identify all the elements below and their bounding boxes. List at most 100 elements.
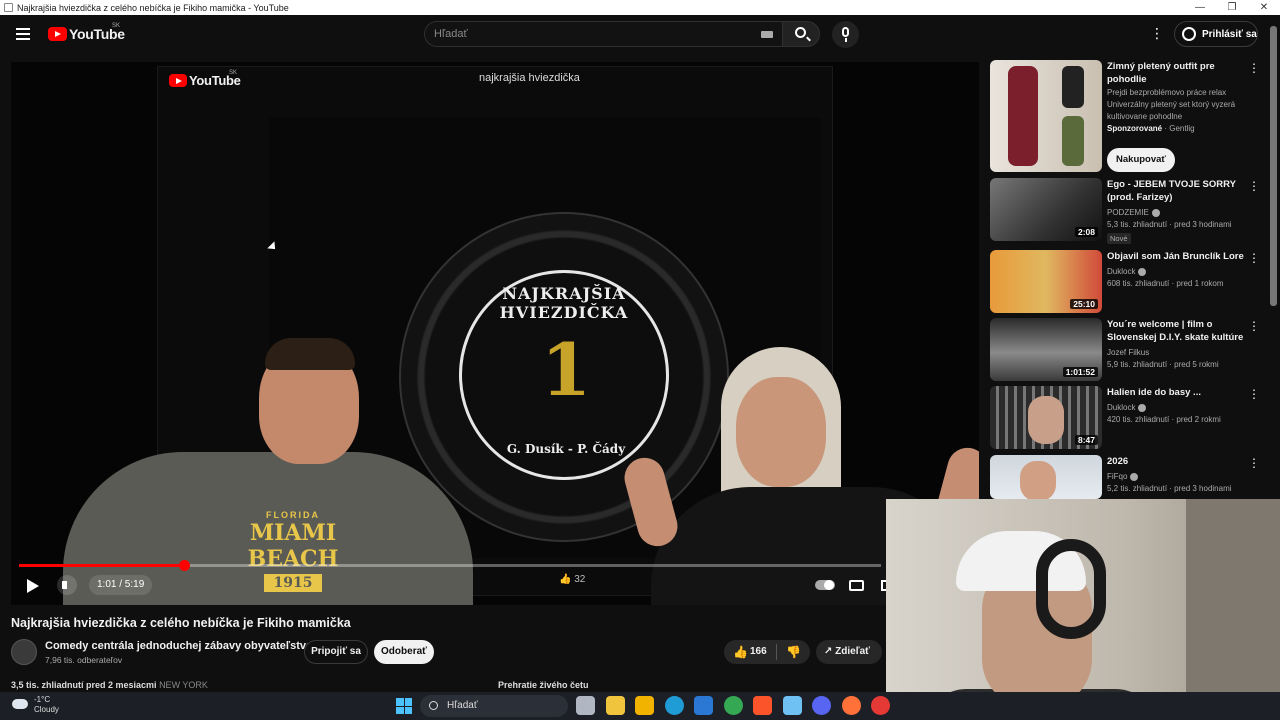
brave-icon[interactable] [753, 696, 772, 715]
card-menu-icon[interactable]: ⋮ [1248, 387, 1260, 401]
calendar-app-icon[interactable] [694, 696, 713, 715]
description-preview[interactable]: 3,5 tis. zhliadnutí pred 2 mesiacmi NEW … [11, 680, 491, 692]
task-view-icon[interactable] [576, 696, 595, 715]
search-box [424, 21, 782, 47]
page-scrollbar[interactable] [1270, 26, 1277, 306]
video-overlay-logo: YouTube SK [169, 70, 241, 88]
discord-icon[interactable] [812, 696, 831, 715]
video-thumbnail[interactable]: 25:10 [990, 250, 1102, 313]
card-menu-icon[interactable]: ⋮ [1248, 179, 1260, 193]
video-channel: Duklock [1107, 266, 1247, 278]
card-menu-icon[interactable]: ⋮ [1248, 456, 1260, 470]
weather-temperature[interactable]: -1°C [34, 695, 50, 704]
microsoft-store-icon[interactable] [605, 696, 625, 715]
progress-scrubber[interactable] [178, 560, 190, 571]
join-button[interactable]: Pripojiť sa [304, 640, 368, 664]
progress-bar[interactable] [19, 560, 881, 571]
edge-icon[interactable] [664, 696, 684, 715]
close-button[interactable]: ✕ [1248, 0, 1280, 15]
channel-avatar[interactable] [11, 639, 37, 665]
video-title[interactable]: Halien ide do basy ... [1107, 386, 1245, 399]
disc-number: 1 [541, 327, 592, 412]
subscribe-button[interactable]: Odoberať [374, 640, 434, 664]
related-video-card[interactable]: 1:01:52 You´re welcome | film o Slovensk… [990, 318, 1268, 384]
video-title[interactable]: You´re welcome | film o Slovenskej D.I.Y… [1107, 318, 1245, 344]
search-icon [429, 701, 438, 710]
related-video-card[interactable]: 2:08 Ego - JEBEM TVOJE SORRY (prod. Fari… [990, 178, 1268, 244]
notepad-icon[interactable] [782, 696, 802, 715]
verified-icon [1130, 472, 1139, 481]
page-favicon-icon [4, 3, 13, 12]
like-icon[interactable]: 👍 [733, 645, 748, 659]
taskbar-search[interactable]: Hľadať [420, 695, 568, 717]
signin-button[interactable]: Prihlásiť sa [1174, 21, 1258, 47]
channel-name[interactable]: Comedy centrála jednoduchej zábavy obyva… [45, 640, 312, 652]
video-title[interactable]: Objavil som Ján Brunclík Lore [1107, 250, 1245, 263]
video-thumbnail[interactable]: 8:47 [990, 386, 1102, 449]
chat-replay-header[interactable]: Prehratie živého četu [498, 680, 886, 692]
video-duration: 2:08 [1074, 227, 1098, 237]
keyboard-icon[interactable] [761, 31, 773, 38]
microphone-icon [842, 27, 849, 37]
related-video-card[interactable]: 2026 FiFqo 5,2 tis. zhliadnutí · pred 3 … [990, 455, 1268, 499]
advertiser-name: Gentlig [1169, 124, 1195, 133]
sponsored-title[interactable]: Zimný pletený outfit pre pohodlie [1107, 60, 1245, 86]
youtube-logo[interactable]: YouTube SK [48, 23, 125, 42]
taskbar-apps [576, 696, 901, 715]
related-video-card[interactable]: 8:47 Halien ide do basy ... Duklock 420 … [990, 386, 1268, 452]
video-player[interactable]: YouTube SK najkrajšia hviezdička NAJKRAJ… [11, 62, 979, 605]
verified-icon [1138, 267, 1147, 276]
share-label: Zdieľať [835, 646, 870, 657]
shirt-line-3: 1915 [263, 574, 323, 592]
autoplay-toggle[interactable] [815, 580, 835, 590]
search-icon [795, 27, 806, 38]
sponsored-thumbnail[interactable] [990, 60, 1102, 172]
weather-description[interactable]: Cloudy [34, 705, 59, 714]
active-app-icon[interactable] [871, 696, 890, 715]
video-channel: FiFqo [1107, 471, 1247, 483]
card-menu-icon[interactable]: ⋮ [1248, 251, 1260, 265]
overlay-like-count: 32 [574, 574, 586, 585]
minimize-button[interactable]: — [1184, 0, 1216, 15]
dislike-icon[interactable]: 👎 [786, 645, 801, 659]
chrome-icon[interactable] [723, 696, 743, 715]
maximize-button[interactable]: ❐ [1216, 0, 1248, 15]
card-menu-icon[interactable]: ⋮ [1248, 319, 1260, 333]
sponsored-desc-2: Univerzálny pletený set ktorý vyzerá kul… [1107, 100, 1236, 121]
search-button[interactable] [782, 21, 820, 47]
voice-search-button[interactable] [832, 21, 859, 48]
shirt-line-1: FLORIDA [266, 510, 320, 520]
headset [1036, 539, 1106, 639]
related-video-card[interactable]: 25:10 Objavil som Ján Brunclík Lore Dukl… [990, 250, 1268, 316]
menu-icon[interactable] [16, 28, 30, 40]
video-channel: Duklock [1107, 402, 1247, 414]
video-meta: 420 tis. zhliadnutí · pred 2 rokmi [1107, 415, 1221, 424]
video-meta: 5,9 tis. zhliadnutí · pred 5 rokmi [1107, 360, 1219, 369]
verified-icon [1138, 403, 1147, 412]
cloud-icon[interactable] [12, 699, 28, 709]
video-thumbnail[interactable]: 2:08 [990, 178, 1102, 241]
video-title[interactable]: 2026 [1107, 455, 1245, 468]
masthead: YouTube SK ⋮ Prihlásiť sa [0, 15, 1280, 53]
share-button[interactable]: ↗ Zdieľať [816, 640, 882, 664]
card-menu-icon[interactable]: ⋮ [1248, 61, 1260, 75]
like-dislike-group: 👍 166 👎 [724, 640, 810, 664]
overlay-region: SK [229, 70, 238, 76]
subtitles-icon[interactable] [849, 580, 864, 591]
video-thumbnail[interactable]: 1:01:52 [990, 318, 1102, 381]
file-explorer-icon[interactable] [635, 696, 654, 715]
windows-start-icon[interactable] [396, 698, 412, 714]
search-input[interactable] [434, 27, 754, 41]
video-title[interactable]: Ego - JEBEM TVOJE SORRY (prod. Farizey) [1107, 178, 1245, 204]
signin-label: Prihlásiť sa [1202, 28, 1257, 40]
play-icon[interactable] [27, 579, 39, 593]
settings-menu-icon[interactable]: ⋮ [1150, 26, 1164, 41]
description-place: NEW YORK [159, 680, 208, 690]
shop-button[interactable]: Nakupovať [1107, 148, 1175, 172]
firefox-icon[interactable] [841, 696, 861, 715]
video-meta: 5,2 tis. zhliadnutí · pred 3 hodinami [1107, 484, 1232, 493]
user-icon [1182, 27, 1196, 41]
sponsored-card[interactable]: Zimný pletený outfit pre pohodlie Prejdi… [990, 60, 1268, 175]
volume-icon[interactable] [57, 575, 77, 595]
video-thumbnail[interactable] [990, 455, 1102, 499]
